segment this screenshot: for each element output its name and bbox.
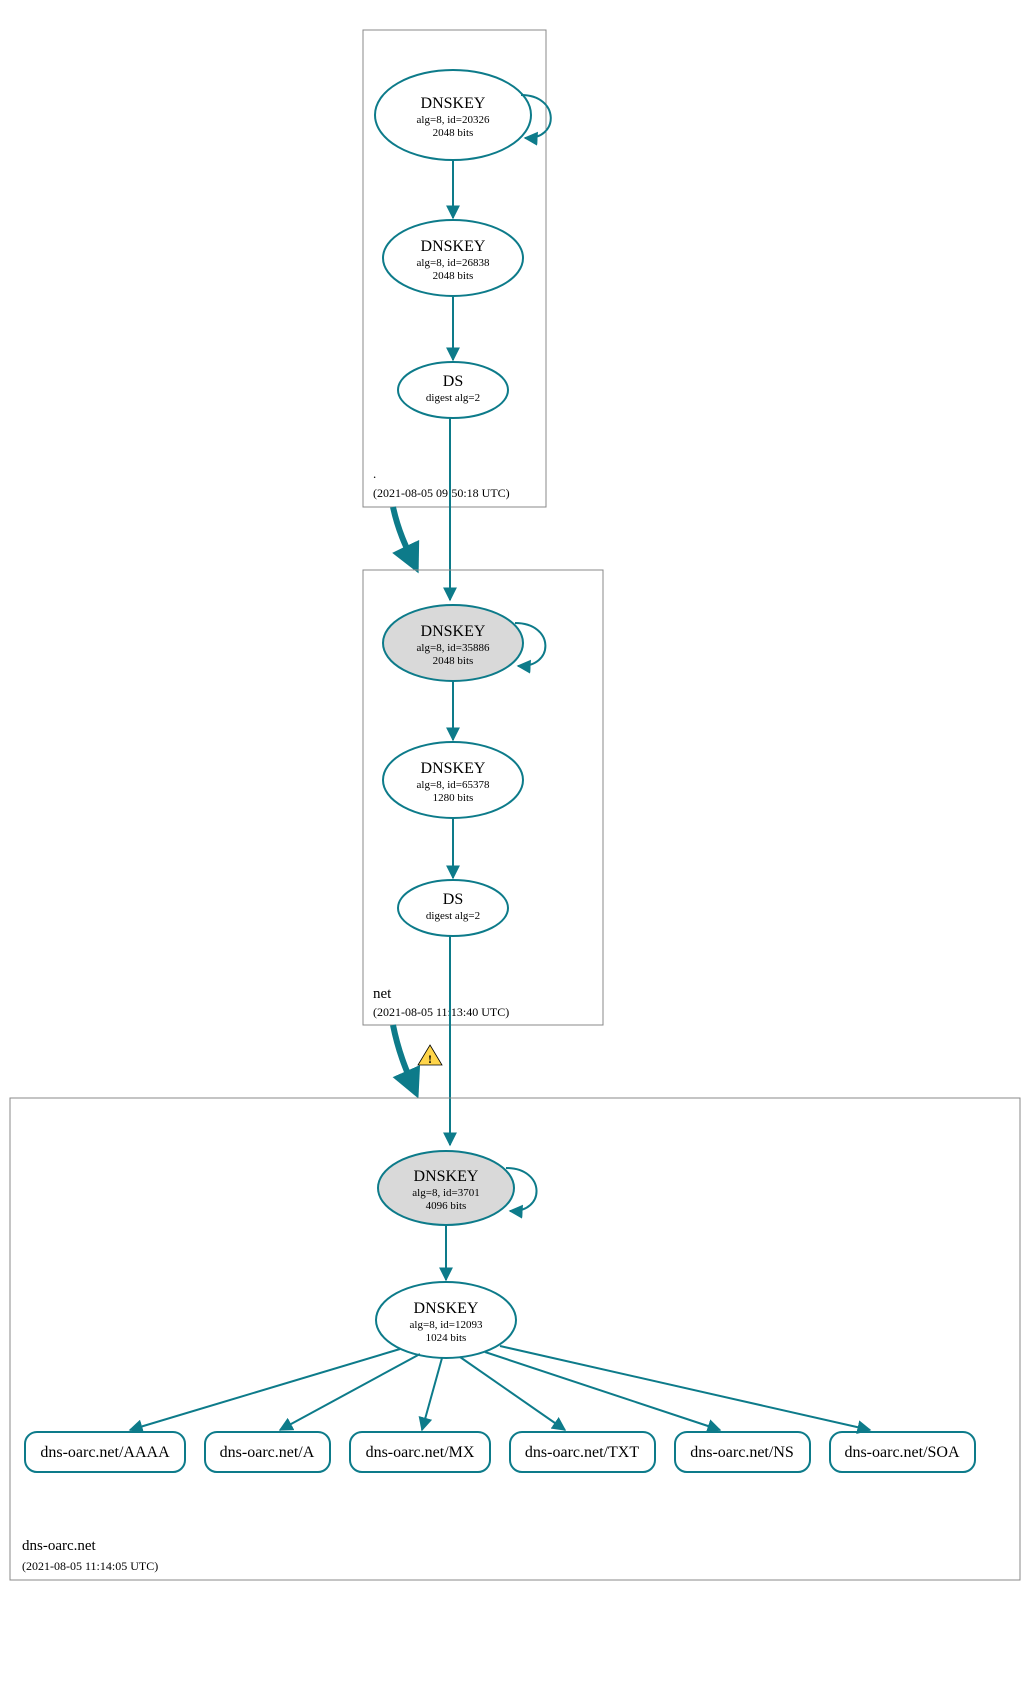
zone-net-name: net <box>373 986 392 1002</box>
edge-zsk-ns <box>485 1352 720 1430</box>
zone-root-name: . <box>373 466 376 481</box>
svg-text:DNSKEY: DNSKEY <box>421 760 486 777</box>
svg-text:alg=8, id=35886: alg=8, id=35886 <box>417 642 490 654</box>
zone-root: . (2021-08-05 09:50:18 UTC) DNSKEY alg=8… <box>363 30 551 507</box>
zone-domain: dns-oarc.net (2021-08-05 11:14:05 UTC) D… <box>10 1098 1020 1580</box>
svg-text:4096 bits: 4096 bits <box>426 1200 467 1212</box>
svg-text:dns-oarc.net/NS: dns-oarc.net/NS <box>690 1444 794 1461</box>
svg-text:DNSKEY: DNSKEY <box>414 1300 479 1317</box>
svg-text:alg=8, id=12093: alg=8, id=12093 <box>410 1319 483 1331</box>
svg-text:digest alg=2: digest alg=2 <box>426 910 480 922</box>
node-record-ns: dns-oarc.net/NS <box>675 1432 810 1472</box>
node-domain-ksk: DNSKEY alg=8, id=3701 4096 bits <box>378 1151 514 1225</box>
zone-domain-name: dns-oarc.net <box>22 1538 97 1554</box>
svg-text:DNSKEY: DNSKEY <box>421 623 486 640</box>
zone-root-timestamp: (2021-08-05 09:50:18 UTC) <box>373 486 510 500</box>
svg-text:DNSKEY: DNSKEY <box>421 238 486 255</box>
node-record-soa: dns-oarc.net/SOA <box>830 1432 975 1472</box>
svg-text:dns-oarc.net/MX: dns-oarc.net/MX <box>366 1444 475 1461</box>
edge-zsk-aaaa <box>130 1349 400 1430</box>
dnssec-graph: . (2021-08-05 09:50:18 UTC) DNSKEY alg=8… <box>0 0 1028 1690</box>
node-net-ds: DS digest alg=2 <box>398 880 508 936</box>
svg-text:2048 bits: 2048 bits <box>433 127 474 139</box>
svg-text:DNSKEY: DNSKEY <box>421 95 486 112</box>
node-domain-zsk: DNSKEY alg=8, id=12093 1024 bits <box>376 1282 516 1358</box>
edge-zsk-mx <box>422 1358 442 1430</box>
node-record-a: dns-oarc.net/A <box>205 1432 330 1472</box>
svg-text:alg=8, id=26838: alg=8, id=26838 <box>417 257 490 269</box>
svg-text:alg=8, id=20326: alg=8, id=20326 <box>417 114 490 126</box>
svg-text:alg=8, id=65378: alg=8, id=65378 <box>417 779 490 791</box>
edge-zsk-a <box>280 1354 420 1430</box>
node-root-zsk: DNSKEY alg=8, id=26838 2048 bits <box>383 220 523 296</box>
svg-text:dns-oarc.net/AAAA: dns-oarc.net/AAAA <box>40 1444 170 1461</box>
svg-text:DNSKEY: DNSKEY <box>414 1168 479 1185</box>
svg-text:1280 bits: 1280 bits <box>433 792 474 804</box>
node-record-aaaa: dns-oarc.net/AAAA <box>25 1432 185 1472</box>
zone-net: net (2021-08-05 11:13:40 UTC) DNSKEY alg… <box>363 570 603 1025</box>
svg-text:digest alg=2: digest alg=2 <box>426 392 480 404</box>
svg-text:DS: DS <box>443 373 463 390</box>
svg-text:2048 bits: 2048 bits <box>433 655 474 667</box>
svg-text:1024 bits: 1024 bits <box>426 1332 467 1344</box>
node-net-ksk: DNSKEY alg=8, id=35886 2048 bits <box>383 605 523 681</box>
svg-text:2048 bits: 2048 bits <box>433 270 474 282</box>
node-root-ds: DS digest alg=2 <box>398 362 508 418</box>
svg-text:dns-oarc.net/A: dns-oarc.net/A <box>220 1444 315 1461</box>
edge-delegation-root-net <box>393 507 416 568</box>
node-root-ksk: DNSKEY alg=8, id=20326 2048 bits <box>375 70 531 160</box>
edge-zsk-txt <box>460 1357 565 1430</box>
svg-text:dns-oarc.net/TXT: dns-oarc.net/TXT <box>525 1444 639 1461</box>
zone-domain-timestamp: (2021-08-05 11:14:05 UTC) <box>22 1559 158 1573</box>
edge-delegation-net-domain <box>393 1025 416 1093</box>
svg-text:dns-oarc.net/SOA: dns-oarc.net/SOA <box>844 1444 960 1461</box>
node-net-zsk: DNSKEY alg=8, id=65378 1280 bits <box>383 742 523 818</box>
zone-net-timestamp: (2021-08-05 11:13:40 UTC) <box>373 1005 509 1019</box>
svg-text:alg=8, id=3701: alg=8, id=3701 <box>412 1187 479 1199</box>
node-record-txt: dns-oarc.net/TXT <box>510 1432 655 1472</box>
svg-text:!: ! <box>428 1052 432 1066</box>
svg-text:DS: DS <box>443 891 463 908</box>
warning-icon: ! <box>418 1045 442 1066</box>
node-record-mx: dns-oarc.net/MX <box>350 1432 490 1472</box>
